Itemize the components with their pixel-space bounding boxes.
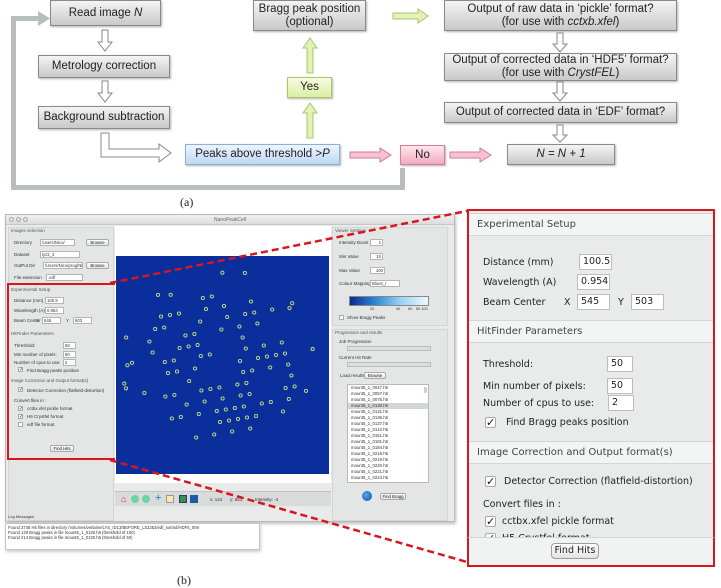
min-pixels-label: Min number of pixels: xyxy=(483,381,586,392)
threshold-input[interactable]: 50 xyxy=(607,356,633,372)
find-bragg-checkbox[interactable]: ✓ xyxy=(485,417,496,428)
zoom-connector-top xyxy=(109,209,468,285)
beam-center-label: Beam Center xyxy=(483,297,546,308)
distance-input[interactable]: 100.5 xyxy=(579,254,612,270)
image-correction-header: Image Correction and Output format(s) xyxy=(469,441,713,464)
enlarged-settings-panel: Experimental Setup Distance (mm) 100.5 W… xyxy=(467,209,715,565)
min-pixels-input[interactable]: 50 xyxy=(607,378,633,394)
hitfinder-header: HitFinder Parameters xyxy=(469,320,713,343)
wavelength-input[interactable]: 0.954 xyxy=(577,274,610,290)
convert-files-label: Convert files in : xyxy=(483,499,561,510)
distance-label: Distance (mm) xyxy=(483,257,554,268)
cpus-input[interactable]: 2 xyxy=(608,395,634,411)
detector-correction-label: Detector Correction (flatfield-distortio… xyxy=(504,476,693,487)
beam-y-label: Y xyxy=(618,297,624,308)
beam-y-input[interactable]: 503 xyxy=(631,294,664,310)
cpus-label: Number of cpus to use: xyxy=(483,398,595,409)
find-bragg-label: Find Bragg peaks position xyxy=(506,417,629,428)
beam-x-input[interactable]: 545 xyxy=(577,294,610,310)
beam-x-label: X xyxy=(564,297,571,308)
experimental-setup-header: Experimental Setup xyxy=(469,213,713,236)
format-checkbox-pickle[interactable]: ✓ xyxy=(485,516,496,527)
format-label-pickle: cctbx.xfel pickle format xyxy=(502,516,614,527)
threshold-label: Threshold: xyxy=(483,359,534,370)
zoom-connector-bottom xyxy=(109,458,468,564)
wavelength-label: Wavelength (A) xyxy=(483,277,557,288)
detector-correction-checkbox[interactable]: ✓ xyxy=(485,476,496,487)
find-hits-button[interactable]: Find Hits xyxy=(551,543,599,559)
enlarged-panel-footer: Find Hits xyxy=(467,537,715,567)
